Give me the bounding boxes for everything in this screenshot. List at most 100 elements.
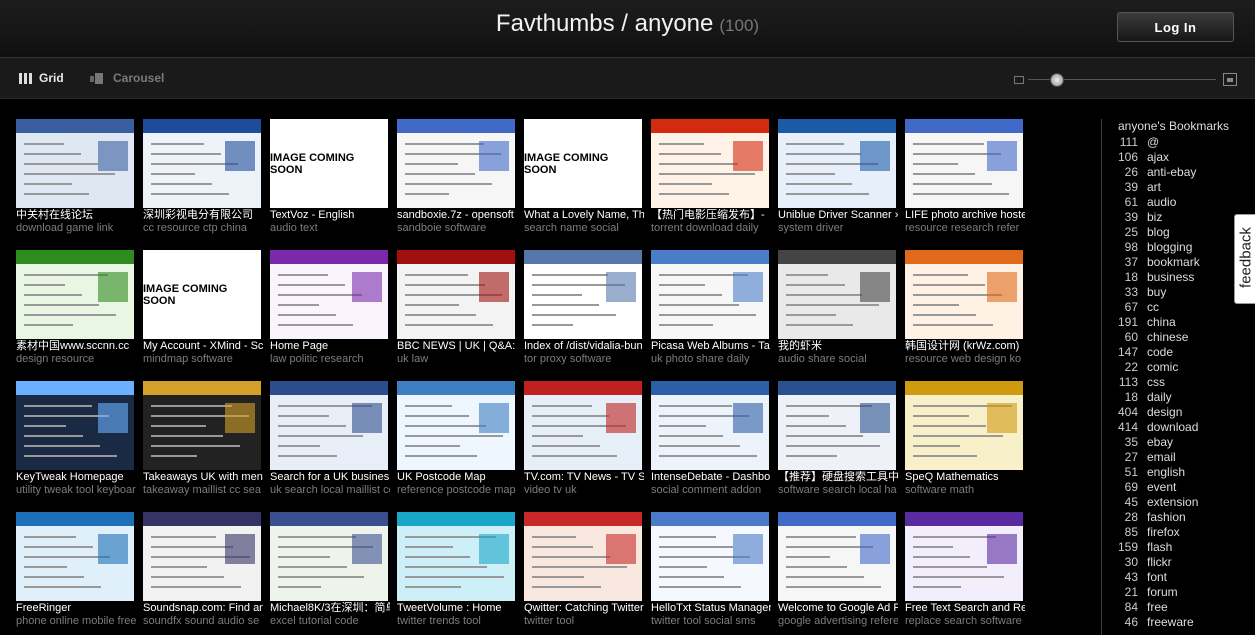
bookmark-title[interactable]: UK Postcode Map (397, 471, 517, 484)
tag-label[interactable]: download (1147, 420, 1198, 435)
bookmark-thumbnail[interactable] (778, 250, 896, 339)
bookmark-thumbnail[interactable] (143, 119, 261, 208)
tag-label[interactable]: fashion (1147, 510, 1186, 525)
bookmark-card[interactable]: Index of /dist/vidalia-bun tor proxy soft… (524, 250, 644, 365)
bookmark-tags[interactable]: twitter tool (524, 615, 644, 627)
bookmark-title[interactable]: BBC NEWS | UK | Q&A: L (397, 340, 517, 353)
bookmark-thumbnail[interactable] (143, 512, 261, 601)
bookmark-thumbnail[interactable] (16, 381, 134, 470)
bookmark-card[interactable]: HelloTxt Status Manager twitter tool soci… (651, 512, 771, 627)
small-thumbnails-icon[interactable] (1014, 76, 1024, 84)
bookmark-card[interactable]: BBC NEWS | UK | Q&A: Luk law (397, 250, 517, 365)
tag-item[interactable]: 69 event (1118, 480, 1241, 495)
bookmark-title[interactable]: 中关村在线论坛 (16, 209, 136, 222)
bookmark-title[interactable]: 素材中国www.sccnn.cc (16, 340, 136, 353)
bookmark-tags[interactable]: twitter trends tool (397, 615, 517, 627)
bookmark-title[interactable]: Welcome to Google Ad P (778, 602, 898, 615)
tag-item[interactable]: 25 blog (1118, 225, 1241, 240)
bookmark-title[interactable]: 【推荐】硬盘搜索工具中的 (778, 471, 898, 484)
tag-label[interactable]: english (1147, 465, 1185, 480)
bookmark-title[interactable]: KeyTweak Homepage (16, 471, 136, 484)
bookmark-card[interactable]: 深圳彩视电分有限公司 cc resource ctp china (143, 119, 261, 234)
bookmark-thumbnail[interactable] (778, 381, 896, 470)
bookmark-card[interactable]: 中关村在线论坛 download game link (16, 119, 134, 234)
carousel-view-button[interactable]: Carousel (90, 71, 164, 85)
tag-item[interactable]: 39 art (1118, 180, 1241, 195)
bookmark-thumbnail[interactable] (905, 119, 1023, 208)
bookmark-title[interactable]: 韩国设计网 (krWz.com) (905, 340, 1025, 353)
bookmark-tags[interactable]: mindmap software (143, 353, 263, 365)
bookmark-title[interactable]: TweetVolume : Home (397, 602, 517, 615)
bookmark-tags[interactable]: social comment addon (651, 484, 771, 496)
tag-label[interactable]: blog (1147, 225, 1170, 240)
tag-item[interactable]: 18 daily (1118, 390, 1241, 405)
login-button[interactable]: Log In (1117, 12, 1234, 42)
tag-label[interactable]: bookmark (1147, 255, 1200, 270)
bookmark-tags[interactable]: resource web design ko (905, 353, 1025, 365)
bookmark-card[interactable]: IntenseDebate - Dashbo social comment add… (651, 381, 771, 496)
bookmark-thumbnail[interactable] (397, 250, 515, 339)
bookmark-thumbnail[interactable] (778, 119, 896, 208)
tag-label[interactable]: chinese (1147, 330, 1188, 345)
bookmark-thumbnail[interactable] (16, 250, 134, 339)
bookmark-card[interactable]: FreeRinger phone online mobile free (16, 512, 136, 627)
bookmark-title[interactable]: 【热门电影压缩发布】- (651, 209, 771, 222)
bookmark-title[interactable]: TextVoz - English (270, 209, 390, 222)
bookmark-card[interactable]: Soundsnap.com: Find an soundfx sound audi… (143, 512, 263, 627)
bookmark-card[interactable]: sandboxie.7z - opensoft sandboie software (397, 119, 515, 234)
bookmark-card[interactable]: IMAGE COMING SOON My Account - XMind - Sc… (143, 250, 263, 365)
bookmark-thumbnail[interactable] (270, 381, 388, 470)
bookmark-card[interactable]: SpeQ Mathematics software math (905, 381, 1023, 496)
bookmark-title[interactable]: FreeRinger (16, 602, 136, 615)
bookmark-title[interactable]: IntenseDebate - Dashbo (651, 471, 771, 484)
bookmark-title[interactable]: My Account - XMind - Sc (143, 340, 263, 353)
tag-label[interactable]: firefox (1147, 525, 1180, 540)
bookmark-tags[interactable]: cc resource ctp china (143, 222, 263, 234)
tag-label[interactable]: art (1147, 180, 1161, 195)
tag-item[interactable]: 85 firefox (1118, 525, 1241, 540)
bookmark-title[interactable]: TV.com: TV News - TV S (524, 471, 644, 484)
bookmark-thumbnail[interactable] (143, 381, 261, 470)
tag-label[interactable]: ajax (1147, 150, 1169, 165)
bookmark-card[interactable]: Search for a UK busines uk search local m… (270, 381, 390, 496)
tag-label[interactable]: code (1147, 345, 1173, 360)
bookmark-thumbnail[interactable] (524, 250, 642, 339)
tag-item[interactable]: 26 anti-ebay (1118, 165, 1241, 180)
bookmark-thumbnail[interactable]: IMAGE COMING SOON (524, 119, 642, 208)
tag-label[interactable]: email (1147, 450, 1176, 465)
tag-item[interactable]: 84 free (1118, 600, 1241, 615)
tag-item[interactable]: 30 flickr (1118, 555, 1241, 570)
tag-item[interactable]: 106 ajax (1118, 150, 1241, 165)
bookmark-tags[interactable]: torrent download daily (651, 222, 771, 234)
tag-item[interactable]: 60 chinese (1118, 330, 1241, 345)
bookmark-tags[interactable]: design resource (16, 353, 136, 365)
bookmark-tags[interactable]: software search local ha (778, 484, 898, 496)
tag-item[interactable]: 159 flash (1118, 540, 1241, 555)
tag-item[interactable]: 28 fashion (1118, 510, 1241, 525)
bookmark-card[interactable]: TV.com: TV News - TV Svideo tv uk (524, 381, 644, 496)
bookmark-tags[interactable]: tor proxy software (524, 353, 644, 365)
tag-label[interactable]: @ (1147, 135, 1159, 150)
bookmark-tags[interactable]: resource research refer (905, 222, 1025, 234)
bookmark-thumbnail[interactable] (397, 381, 515, 470)
tag-item[interactable]: 191 china (1118, 315, 1241, 330)
bookmark-tags[interactable]: utility tweak tool keyboar (16, 484, 136, 496)
bookmark-thumbnail[interactable] (651, 512, 769, 601)
bookmark-tags[interactable]: uk search local maillist cc (270, 484, 390, 496)
tag-item[interactable]: 35 ebay (1118, 435, 1241, 450)
tag-item[interactable]: 37 bookmark (1118, 255, 1241, 270)
bookmark-title[interactable]: HelloTxt Status Manager (651, 602, 771, 615)
bookmark-thumbnail[interactable] (651, 119, 769, 208)
bookmark-title[interactable]: 我的虾米 (778, 340, 898, 353)
tag-label[interactable]: flickr (1147, 555, 1172, 570)
bookmark-card[interactable]: KeyTweak Homepage utility tweak tool keyb… (16, 381, 136, 496)
bookmark-thumbnail[interactable]: IMAGE COMING SOON (270, 119, 388, 208)
bookmark-tags[interactable]: takeaway maillist cc sea (143, 484, 263, 496)
bookmark-tags[interactable]: phone online mobile free (16, 615, 136, 627)
bookmark-title[interactable]: Picasa Web Albums - Ta (651, 340, 771, 353)
tag-label[interactable]: ebay (1147, 435, 1173, 450)
bookmark-card[interactable]: Home Page law politic research (270, 250, 388, 365)
bookmark-tags[interactable]: twitter tool social sms (651, 615, 771, 627)
tag-label[interactable]: font (1147, 570, 1167, 585)
bookmark-thumbnail[interactable] (905, 381, 1023, 470)
